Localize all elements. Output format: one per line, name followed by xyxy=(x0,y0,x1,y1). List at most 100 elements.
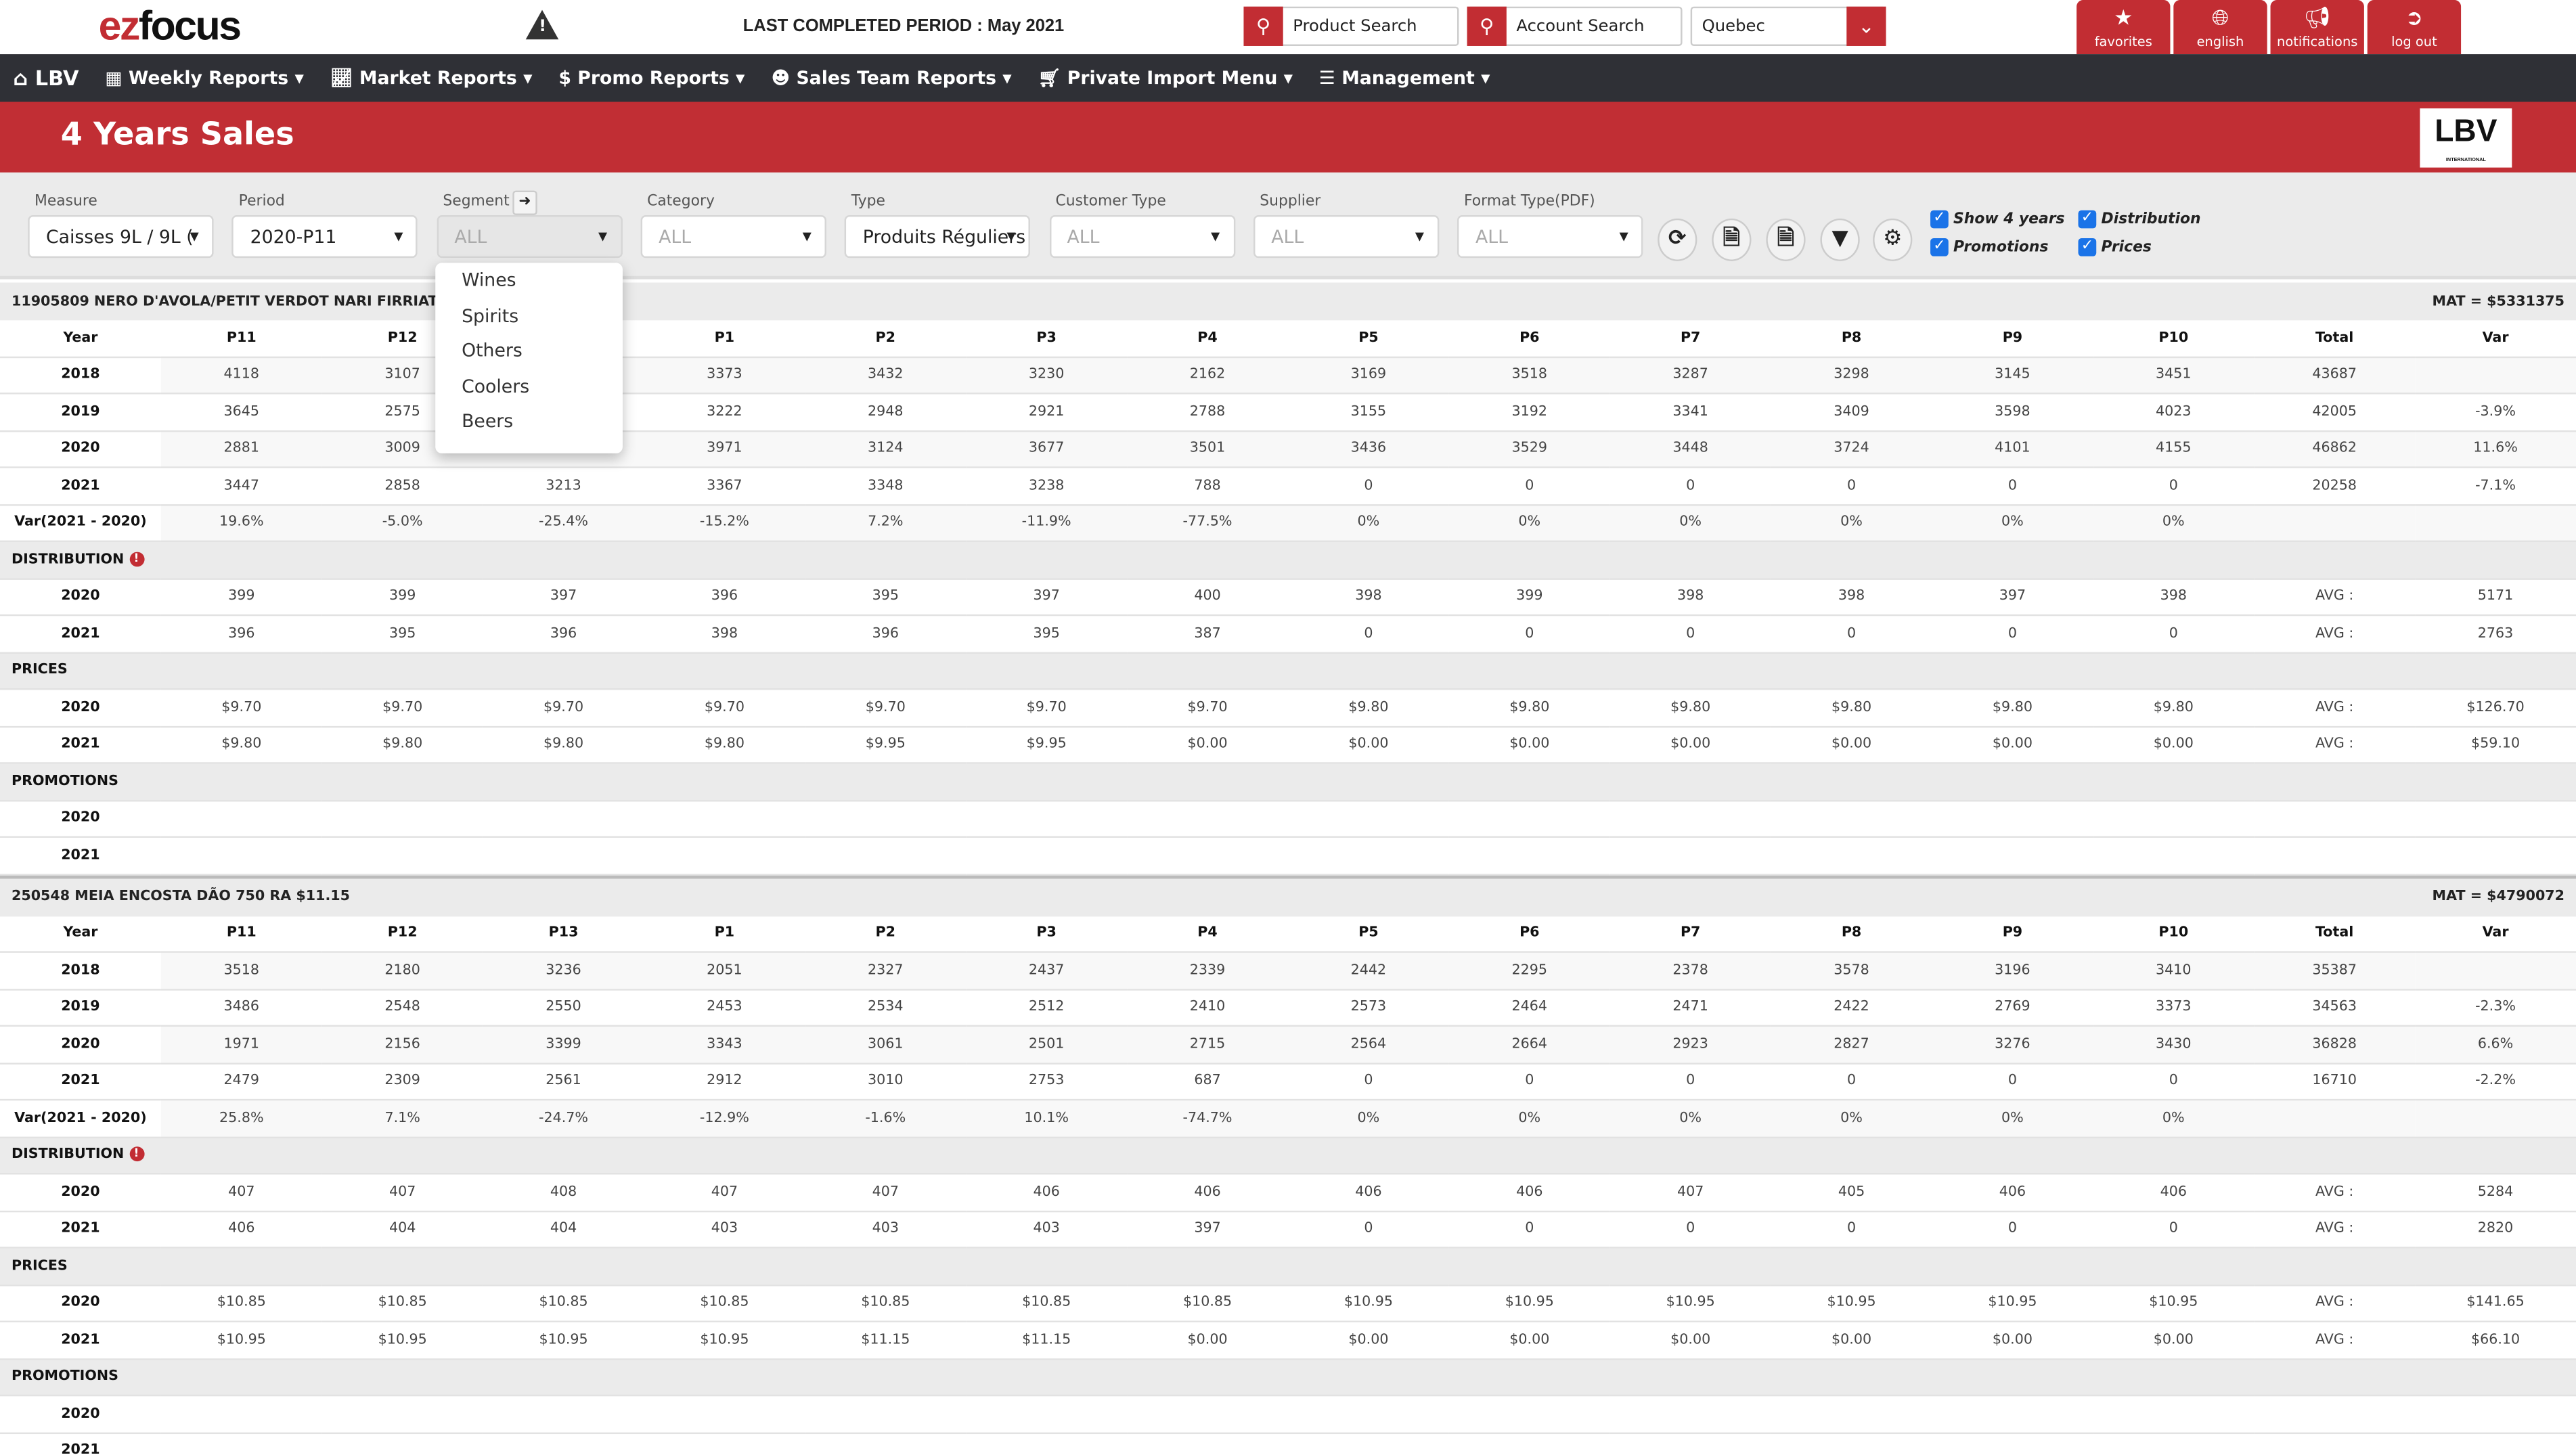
table-cell: $10.95 xyxy=(1448,1284,1610,1322)
nav-sales-team-reports[interactable]: ☻ Sales Team Reports ▾ xyxy=(771,68,1011,89)
section-label: PROMOTIONS xyxy=(11,773,119,790)
table-cell: $11.15 xyxy=(966,1321,1128,1360)
table-cell: $9.80 xyxy=(483,725,644,764)
column-header: P6 xyxy=(1448,916,1610,953)
table-cell: $10.95 xyxy=(160,1321,322,1360)
account-search-input[interactable]: ⚲ Account Search xyxy=(1467,6,1683,46)
notifications-button[interactable]: 📢︎ notifications xyxy=(2270,0,2364,55)
show-4-years-checkbox[interactable]: ✓ Show 4 years xyxy=(1930,210,2065,229)
table-cell: 19.6% xyxy=(160,504,322,542)
favorites-button[interactable]: ★ favorites xyxy=(2077,0,2171,55)
table-cell xyxy=(966,1432,1128,1455)
table-cell: 2763 xyxy=(2415,615,2576,653)
product-search-input[interactable]: ⚲ Product Search xyxy=(1243,6,1459,46)
pdf-export-button[interactable]: 🗎︎ xyxy=(1766,218,1806,261)
table-row: 2019 3486 2548 2550 2453 2534 2512 2410 2573 2464… xyxy=(0,989,2576,1027)
nav-private-import-menu[interactable]: 🛒︎ Private Import Menu ▾ xyxy=(1038,68,1293,89)
info-icon[interactable]: ! xyxy=(129,551,144,566)
warning-icon[interactable]: ! xyxy=(525,9,559,40)
cart-icon: 🛒︎ xyxy=(1038,67,1067,89)
nav-management[interactable]: ☰ Management ▾ xyxy=(1319,68,1490,89)
section-label: DISTRIBUTION xyxy=(11,551,125,568)
table-cell: $9.95 xyxy=(966,725,1128,764)
table-row: 2021 $10.95 $10.95 $10.95 $10.95 $11.15 $11.15… xyxy=(0,1321,2576,1360)
table-cell: 0 xyxy=(1288,615,1449,653)
logo-ez: ez xyxy=(98,3,141,49)
nav-market-reports[interactable]: 📈︎ Market Reports ▾ xyxy=(330,68,533,89)
table-cell: AVG : xyxy=(2254,1284,2416,1322)
nav-label: Private Import Menu xyxy=(1067,67,1278,89)
product-search-placeholder: Product Search xyxy=(1293,17,1417,36)
table-cell: 2827 xyxy=(1771,1025,1932,1064)
table-cell: 0 xyxy=(1448,1062,1610,1101)
notifications-label: notifications xyxy=(2277,34,2358,49)
filter-select-period[interactable]: 2020-P11 ▼ xyxy=(231,215,418,259)
chevron-down-icon[interactable]: ⌄ xyxy=(1846,6,1886,46)
table-cell: $0.00 xyxy=(1771,1321,1932,1360)
table-cell xyxy=(2415,836,2576,875)
english-button[interactable]: 🌐︎ english xyxy=(2173,0,2267,55)
column-header: Var xyxy=(2415,320,2576,357)
filter-select-customer-type[interactable]: ALL ▼ xyxy=(1048,215,1235,259)
table-cell: 0% xyxy=(1609,1100,1771,1138)
column-header: P5 xyxy=(1288,320,1449,357)
table-cell: 2437 xyxy=(966,952,1128,990)
segment-option[interactable]: Coolers xyxy=(435,369,623,404)
filter-select-format-type-pdf-[interactable]: ALL ▼ xyxy=(1457,215,1643,259)
excel-export-button[interactable]: 🗎︎ xyxy=(1712,218,1752,261)
table-cell: 2051 xyxy=(644,952,805,990)
search-icon[interactable]: ⚲ xyxy=(1243,6,1283,46)
table-cell xyxy=(2254,1100,2416,1138)
refresh-button[interactable]: ⟳ xyxy=(1658,218,1697,261)
table-cell: 3409 xyxy=(1771,393,1932,432)
table-cell: $10.95 xyxy=(644,1321,805,1360)
table-cell xyxy=(1771,1432,1932,1455)
table-cell: $9.70 xyxy=(805,689,967,728)
nav-promo-reports[interactable]: $ Promo Reports ▾ xyxy=(558,68,745,89)
segment-option[interactable]: Beers xyxy=(435,404,623,439)
nav-home[interactable]: ⌂ LBV xyxy=(13,66,79,90)
filter-label: Category xyxy=(647,194,715,210)
filter-value: ALL xyxy=(659,226,692,248)
promotions-checkbox[interactable]: ✓ Promotions xyxy=(1930,238,2048,256)
distribution-checkbox[interactable]: ✓ Distribution xyxy=(2078,210,2201,229)
segment-option[interactable]: Wines xyxy=(435,263,623,298)
column-header: P1 xyxy=(644,916,805,953)
segment-option[interactable]: Others xyxy=(435,334,623,369)
region-select[interactable]: Quebec ⌄ xyxy=(1690,6,1886,46)
prices-checkbox[interactable]: ✓ Prices xyxy=(2078,238,2152,256)
table-cell: $0.00 xyxy=(1288,725,1449,764)
settings-button[interactable]: ⚙ xyxy=(1873,218,1913,261)
table-cell: 42005 xyxy=(2254,393,2416,432)
table-cell: 2378 xyxy=(1609,952,1771,990)
ezfocus-logo[interactable]: ezfocus xyxy=(98,3,242,51)
table-cell: 0% xyxy=(1288,1100,1449,1138)
segment-option[interactable]: Spirits xyxy=(435,298,623,334)
nav-weekly-reports[interactable]: ▦ Weekly Reports ▾ xyxy=(105,68,304,89)
arrow-right-icon[interactable]: ➜ xyxy=(512,190,537,215)
table-cell: 7.2% xyxy=(805,504,967,542)
info-icon[interactable]: ! xyxy=(129,1146,144,1162)
table-cell: 407 xyxy=(644,1173,805,1212)
check-icon: ✓ xyxy=(2078,210,2097,229)
table-cell: 397 xyxy=(1127,1210,1289,1249)
filter-select-type[interactable]: Produits Réguliers ▼ xyxy=(845,215,1031,259)
table-cell xyxy=(2415,952,2576,990)
table-cell: $9.80 xyxy=(160,725,322,764)
table-row: 2020 399 399 397 396 395 397 400 398 399 398 398 397… xyxy=(0,578,2576,617)
bullhorn-icon: 📢︎ xyxy=(2303,6,2331,32)
filter-select-supplier[interactable]: ALL ▼ xyxy=(1253,215,1439,259)
table-cell xyxy=(1288,836,1449,875)
search-icon[interactable]: ⚲ xyxy=(1467,6,1507,46)
filter-select-category[interactable]: ALL ▼ xyxy=(640,215,826,259)
table-cell: -77.5% xyxy=(1127,504,1289,542)
table-cell xyxy=(805,1432,967,1455)
filter-select-measure[interactable]: Caisses 9L / 9L (▼ xyxy=(28,215,214,259)
filter-button[interactable]: ▼ xyxy=(1820,218,1860,261)
row-label: 2020 xyxy=(0,1395,161,1433)
filter-select-segment[interactable]: ALL ▼ xyxy=(436,215,622,259)
table-cell xyxy=(1609,800,1771,838)
table-cell: -15.2% xyxy=(644,504,805,542)
table-cell: 406 xyxy=(1288,1173,1449,1212)
logout-button[interactable]: ➲ log out xyxy=(2367,0,2462,55)
